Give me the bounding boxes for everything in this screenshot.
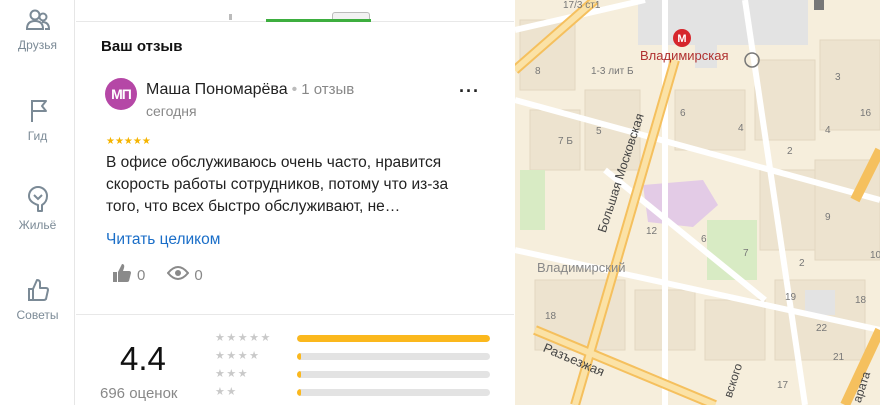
tab-fragment[interactable] xyxy=(229,14,232,20)
house-icon xyxy=(27,186,48,212)
landmark-icon xyxy=(814,0,824,10)
house-number: 7 Б xyxy=(558,136,573,147)
sidebar-item-guide[interactable]: Гид xyxy=(0,97,75,143)
map-label-metro[interactable]: Владимирская xyxy=(640,48,729,63)
sidebar-item-housing[interactable]: Жильё xyxy=(0,184,75,232)
house-number: 21 xyxy=(833,352,845,363)
house-number: 18 xyxy=(855,295,867,306)
sidebar-item-label: Жильё xyxy=(18,218,57,232)
like-button[interactable] xyxy=(112,264,132,286)
house-number: 3 xyxy=(835,72,841,83)
review-text: В офисе обслуживаюсь очень часто, нравит… xyxy=(106,154,449,215)
house-number: 16 xyxy=(860,108,872,119)
rating-bar xyxy=(297,389,490,396)
rating-stars-label: ★★★★ xyxy=(215,350,261,362)
house-number: 4 xyxy=(738,123,744,134)
rating-stars-label: ★★★★★ xyxy=(215,332,272,344)
review-rating-stars: ★★★★★ xyxy=(106,136,151,147)
rating-stars-label: ★★ xyxy=(215,386,238,398)
like-count: 0 xyxy=(137,266,146,284)
house-number: 2 xyxy=(799,258,805,269)
house-number: 7 xyxy=(743,248,749,259)
house-number: 2 xyxy=(787,146,793,157)
house-number: 5 xyxy=(596,126,602,137)
active-tab-indicator xyxy=(266,19,371,22)
separator-dot: • xyxy=(291,81,298,98)
map-address: 1-3 лит Б xyxy=(591,66,634,77)
house-number: 10 xyxy=(870,250,880,261)
map[interactable]: М Владимирская Большая Московская Владим… xyxy=(515,0,880,405)
rating-bar-fill xyxy=(297,389,301,396)
house-number: 17 xyxy=(777,380,789,391)
sidebar-item-tips[interactable]: Советы xyxy=(0,276,75,322)
rating-bar-fill xyxy=(297,335,490,342)
sidebar-item-label: Друзья xyxy=(18,38,57,52)
map-address: 17/3 ст1 xyxy=(563,0,601,11)
left-sidebar: Друзья Гид Жильё Советы xyxy=(0,0,75,405)
house-number: 8 xyxy=(535,66,541,77)
avatar[interactable]: МП xyxy=(105,78,137,110)
rating-bar-fill xyxy=(297,371,301,378)
flag-icon xyxy=(30,100,47,122)
house-number: 9 xyxy=(825,212,831,223)
house-number: 22 xyxy=(816,323,828,334)
thumb-up-icon xyxy=(27,279,49,301)
review-date: сегодня xyxy=(146,103,197,119)
house-number: 19 xyxy=(785,292,797,303)
house-number: 4 xyxy=(825,125,831,136)
author-review-count: 1 отзыв xyxy=(301,81,355,98)
review-reactions: 0 0 xyxy=(112,264,203,286)
ratings-count: 696 оценок xyxy=(100,385,178,402)
house-number: 18 xyxy=(545,311,557,322)
sidebar-item-label: Советы xyxy=(16,308,59,322)
eye-icon xyxy=(167,266,190,280)
svg-text:М: М xyxy=(677,33,686,45)
average-score: 4.4 xyxy=(120,340,166,377)
tab-bar xyxy=(76,0,514,22)
review-panel: Ваш отзыв МП Маша Пономарёва • 1 отзыв сег… xyxy=(76,0,514,405)
sidebar-item-friends[interactable]: Друзья xyxy=(0,6,75,52)
thumb-up-icon xyxy=(113,264,131,282)
rating-bar xyxy=(297,335,490,342)
author-name[interactable]: Маша Пономарёва xyxy=(146,81,288,98)
house-number: 12 xyxy=(646,226,658,237)
views-indicator xyxy=(167,266,190,284)
house-number: 6 xyxy=(680,108,686,119)
more-options-button[interactable]: ··· xyxy=(459,82,480,100)
rating-bar-fill xyxy=(297,353,301,360)
house-number: 6 xyxy=(701,234,707,245)
read-more-link[interactable]: Читать целиком xyxy=(106,231,220,249)
friends-icon xyxy=(25,9,50,30)
rating-bar xyxy=(297,371,490,378)
divider xyxy=(76,314,514,315)
rating-bar xyxy=(297,353,490,360)
section-title: Ваш отзыв xyxy=(101,38,183,55)
sidebar-item-label: Гид xyxy=(27,129,48,143)
rating-stars-label: ★★★ xyxy=(215,368,250,380)
view-count: 0 xyxy=(194,266,203,284)
author-line: Маша Пономарёва • 1 отзыв xyxy=(146,81,354,99)
map-label-district: Владимирский xyxy=(537,260,626,275)
